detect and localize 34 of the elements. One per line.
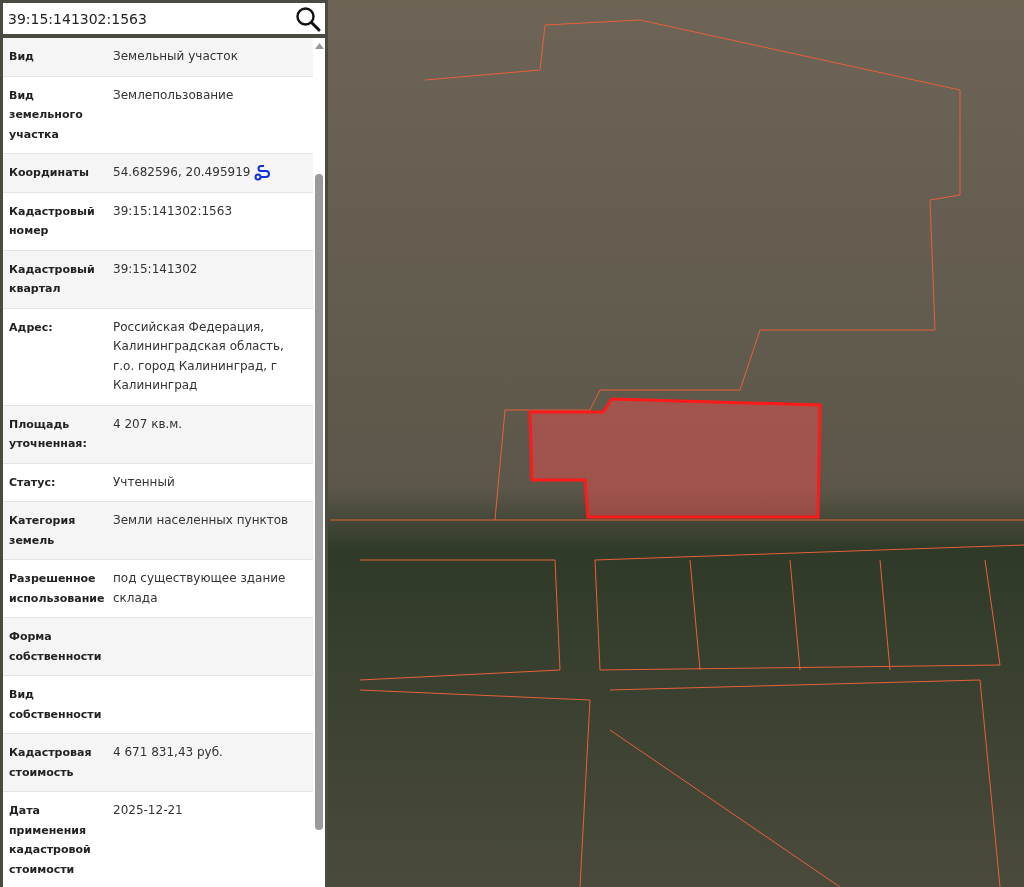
field-value: Учтенный <box>113 473 175 491</box>
field-value: 2025-12-21 <box>113 802 183 819</box>
field-label: Площадь уточненная: <box>9 416 88 452</box>
field-value: под существующее здание склада <box>113 570 287 607</box>
satellite-map-photo[interactable] <box>328 0 1024 887</box>
field-label: Разрешенное использование <box>9 571 106 607</box>
field-label: Вид земельного участка <box>9 87 84 143</box>
search-bar[interactable]: 39:15:141302:1563 <box>3 3 325 34</box>
field-label: Координаты <box>9 165 90 181</box>
field-label: Вид <box>9 49 35 65</box>
search-field[interactable]: 39:15:141302:1563 <box>8 10 295 27</box>
scroll-up-icon[interactable] <box>314 43 324 49</box>
field-label: Категория земель <box>9 513 77 549</box>
field-value: Земельный участок <box>113 48 238 65</box>
route-icon[interactable] <box>254 165 271 181</box>
field-value: 39:15:141302:1563 <box>113 202 232 220</box>
field-label: Дата применения кадастровой стоимости <box>9 803 92 878</box>
field-label: Статус: <box>9 474 57 491</box>
field-label: Вид собственности <box>9 687 103 723</box>
field-label: Адрес: <box>9 319 54 336</box>
field-label: Кадастровый квартал <box>9 261 96 297</box>
field-value: 4 671 831,43 руб. <box>113 744 223 761</box>
search-icon[interactable] <box>295 5 321 32</box>
field-label: Кадастровый номер <box>9 203 96 239</box>
field-value: 54.682596, 20.495919 <box>113 164 251 181</box>
field-label: Форма собственности <box>9 629 103 665</box>
field-value: 39:15:141302 <box>113 260 198 278</box>
highlighted-parcel[interactable] <box>528 397 822 519</box>
scrollbar-thumb[interactable] <box>315 174 323 830</box>
field-value: Земли населенных пунктов <box>113 512 289 529</box>
field-label: Кадастровая стоимость <box>9 745 93 781</box>
field-value: 4 207 кв.м. <box>113 415 183 433</box>
field-value: Российская Федерация, Калининградская область, г.о. город Калининград, г Калининград <box>113 318 285 394</box>
field-value: Землепользование <box>113 86 234 104</box>
